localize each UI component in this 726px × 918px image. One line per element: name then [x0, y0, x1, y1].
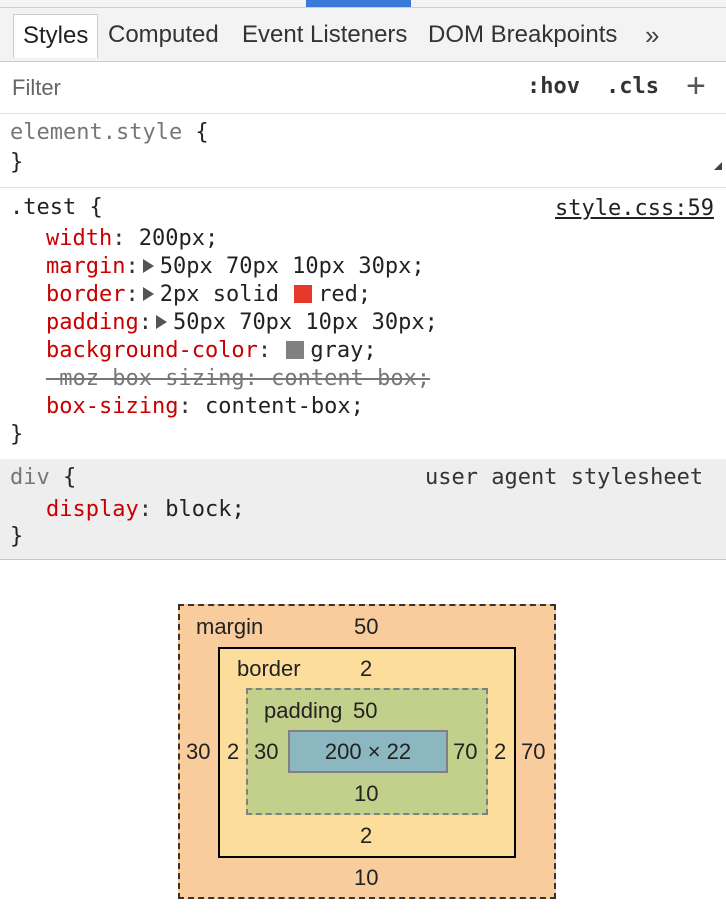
margin-top-value[interactable]: 50 [354, 614, 378, 640]
new-style-rule-button[interactable]: + [686, 68, 706, 104]
filter-input[interactable] [12, 74, 392, 102]
style-rule-element-style: element.style { } [0, 114, 726, 188]
rule-open-brace: { [76, 195, 103, 220]
source-link[interactable]: style.css:59 [555, 195, 714, 223]
property-name[interactable]: box-sizing [46, 394, 178, 419]
active-panel-indicator [306, 0, 411, 7]
hover-state-toggle[interactable]: :hov [527, 73, 580, 101]
padding-left-value[interactable]: 30 [254, 739, 278, 765]
rule-open-brace: { [49, 465, 77, 490]
margin-left-value[interactable]: 30 [186, 739, 210, 765]
padding-label: padding [264, 698, 343, 723]
rule-close-brace: } [10, 422, 24, 447]
tab-event-listeners[interactable]: Event Listeners [242, 14, 407, 58]
property-value[interactable]: content-box; [205, 394, 364, 419]
border-top-value[interactable]: 2 [360, 656, 372, 682]
rule-origin-label: user agent stylesheet [425, 465, 704, 490]
property-name[interactable]: width [46, 226, 112, 251]
tab-styles[interactable]: Styles [13, 14, 99, 58]
property-value[interactable]: block; [165, 497, 244, 522]
property-name[interactable]: border [46, 282, 125, 307]
expand-triangle-icon[interactable] [142, 287, 154, 301]
sidebar-tab-bar: Styles Computed Event Listeners DOM Brea… [0, 0, 726, 62]
border-right-value[interactable]: 2 [494, 739, 506, 765]
color-swatch[interactable] [286, 340, 305, 359]
property-value[interactable]: 50px 70px 10px 30px; [173, 310, 438, 335]
declaration-width[interactable]: width: 200px; [46, 225, 218, 253]
border-left-value[interactable]: 2 [227, 739, 239, 765]
style-rule-test: .test { style.css:59 width: 200px; margi… [0, 189, 726, 459]
declaration-box-sizing[interactable]: box-sizing: content-box; [46, 393, 364, 421]
declaration-background-color[interactable]: background-color: gray; [46, 337, 377, 365]
property-name[interactable]: padding [46, 310, 139, 335]
more-tabs-chevron-icon[interactable]: » [645, 20, 659, 50]
property-value[interactable]: 50px 70px 10px 30px; [160, 254, 425, 279]
content-size-value[interactable]: 200 × 22 [288, 739, 448, 765]
property-value[interactable]: 200px; [139, 226, 218, 251]
rule-close-brace: } [10, 524, 24, 549]
property-name[interactable]: display [46, 497, 139, 522]
style-rule-user-agent-div: div { user agent stylesheet display: blo… [0, 459, 726, 560]
property-value[interactable]: gray; [310, 338, 376, 363]
declaration-margin[interactable]: margin: 50px 70px 10px 30px; [46, 253, 425, 281]
box-model-diagram: margin 50 30 70 10 border 2 2 2 2 paddin… [0, 561, 726, 918]
filter-bar: :hov .cls + [0, 62, 726, 170]
declaration-border[interactable]: border: 2px solid red; [46, 281, 371, 309]
rule-selector-line: div { [10, 464, 76, 492]
expand-triangle-icon[interactable] [142, 259, 154, 273]
rule-selector-line: .test { [10, 194, 103, 222]
divider [0, 7, 726, 8]
declaration-overridden[interactable]: -moz-box-sizing: content-box; [46, 365, 430, 393]
margin-label: margin [196, 614, 264, 639]
border-label: border [237, 656, 301, 681]
padding-bottom-value[interactable]: 10 [354, 781, 378, 807]
property-name[interactable]: margin [46, 254, 125, 279]
rule-close-brace: } [10, 150, 24, 175]
declaration-display[interactable]: display: block; [46, 496, 245, 524]
padding-top-value[interactable]: 50 [353, 698, 377, 724]
rule-selector-line: element.style { [10, 119, 209, 147]
tab-computed[interactable]: Computed [108, 14, 219, 58]
rule-selector[interactable]: div [10, 465, 50, 490]
property-name[interactable]: background-color [46, 338, 258, 363]
property-value-color[interactable]: red; [318, 282, 371, 307]
rule-selector[interactable]: .test [10, 195, 76, 220]
margin-right-value[interactable]: 70 [521, 739, 545, 765]
margin-bottom-value[interactable]: 10 [354, 865, 378, 891]
expand-triangle-icon[interactable] [155, 315, 167, 329]
property-value[interactable]: 2px solid [160, 282, 292, 307]
border-bottom-value[interactable]: 2 [360, 823, 372, 849]
class-toggle[interactable]: .cls [606, 73, 659, 101]
padding-right-value[interactable]: 70 [453, 739, 477, 765]
tab-dom-breakpoints[interactable]: DOM Breakpoints [428, 14, 617, 58]
rule-selector[interactable]: element.style [10, 120, 182, 145]
rule-open-brace: { [182, 120, 209, 145]
color-swatch[interactable] [294, 284, 313, 303]
declaration-padding[interactable]: padding: 50px 70px 10px 30px; [46, 309, 438, 337]
